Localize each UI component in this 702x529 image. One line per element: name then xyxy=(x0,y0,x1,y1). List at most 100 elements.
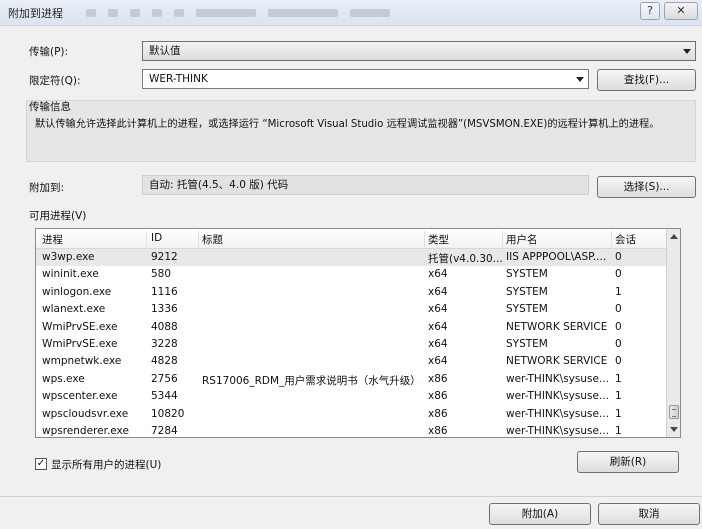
qualifier-label: 限定符(Q): xyxy=(29,75,81,87)
cell-id: 5344 xyxy=(151,390,178,403)
cell-process: w3wp.exe xyxy=(42,251,95,263)
cell-id: 1336 xyxy=(151,303,178,316)
table-row[interactable]: wininit.exe 580 x64 SYSTEM 0 xyxy=(36,266,666,283)
transport-info-box xyxy=(26,100,696,162)
cell-username: wer-THINK\sysuse... xyxy=(506,407,609,420)
cell-type: x64 xyxy=(428,285,448,298)
cell-id: 3228 xyxy=(151,337,178,350)
column-divider[interactable] xyxy=(424,231,425,247)
cell-session: 0 xyxy=(615,251,622,263)
column-divider[interactable] xyxy=(146,231,147,247)
scrollbar-thumb[interactable] xyxy=(669,405,679,419)
transport-info-heading: 传输信息 xyxy=(29,101,71,113)
help-button[interactable]: ? xyxy=(640,2,660,20)
cell-username: wer-THINK\sysuse... xyxy=(506,372,609,385)
close-button[interactable]: ✕ xyxy=(664,2,698,20)
process-rows: w3wp.exe 9212 托管(v4.0.30... IIS APPPOOL\… xyxy=(36,249,666,437)
process-list-header: 进程 ID 标题 类型 用户名 会话 xyxy=(36,229,666,249)
table-row[interactable]: wlanext.exe 1336 x64 SYSTEM 0 xyxy=(36,301,666,318)
column-header-type[interactable]: 类型 xyxy=(428,232,449,247)
cell-process: wpsrenderer.exe xyxy=(42,424,129,437)
table-row[interactable]: w3wp.exe 9212 托管(v4.0.30... IIS APPPOOL\… xyxy=(36,249,666,267)
cell-type: x64 xyxy=(428,355,448,368)
cancel-button[interactable]: 取消 xyxy=(598,503,700,525)
cell-username: wer-THINK\sysuse... xyxy=(506,390,609,403)
table-row[interactable]: WmiPrvSE.exe 4088 x64 NETWORK SERVICE 0 xyxy=(36,319,666,336)
cell-id: 1116 xyxy=(151,285,178,298)
refresh-button[interactable]: 刷新(R) xyxy=(577,451,679,473)
cell-session: 1 xyxy=(615,407,622,420)
cell-process: wpscloudsvr.exe xyxy=(42,407,129,420)
transport-label: 传输(P): xyxy=(29,46,69,58)
cell-session: 0 xyxy=(615,337,622,350)
show-all-users-checkbox[interactable]: ✓ xyxy=(35,458,47,470)
column-divider[interactable] xyxy=(502,231,503,247)
table-row[interactable]: wpscenter.exe 5344 x86 wer-THINK\sysuse.… xyxy=(36,388,666,405)
column-header-title[interactable]: 标题 xyxy=(202,232,223,247)
cell-id: 9212 xyxy=(151,251,178,263)
cell-id: 7284 xyxy=(151,424,178,437)
cell-session: 0 xyxy=(615,355,622,368)
cell-session: 0 xyxy=(615,303,622,316)
process-list[interactable]: 进程 ID 标题 类型 用户名 会话 w3wp.exe 9212 托管(v4.0… xyxy=(35,228,681,438)
table-row[interactable]: wmpnetwk.exe 4828 x64 NETWORK SERVICE 0 xyxy=(36,353,666,370)
qualifier-value: WER-THINK xyxy=(149,73,208,85)
cell-type: x86 xyxy=(428,372,448,385)
table-row[interactable]: winlogon.exe 1116 x64 SYSTEM 1 xyxy=(36,284,666,301)
qualifier-combo[interactable]: WER-THINK xyxy=(142,69,589,89)
cell-type: x64 xyxy=(428,268,448,281)
transport-info-text: 默认传输允许选择此计算机上的进程，或选择运行 “Microsoft Visual… xyxy=(35,119,660,130)
cell-username: SYSTEM xyxy=(506,285,548,298)
cell-type: x64 xyxy=(428,320,448,333)
vertical-scrollbar[interactable] xyxy=(666,229,680,437)
show-all-users-label[interactable]: 显示所有用户的进程(U) xyxy=(51,457,161,472)
cell-process: winlogon.exe xyxy=(42,285,112,298)
cell-username: NETWORK SERVICE xyxy=(506,355,608,368)
cell-type: x86 xyxy=(428,390,448,403)
column-divider[interactable] xyxy=(198,231,199,247)
cell-id: 2756 xyxy=(151,372,178,385)
transport-value: 默认值 xyxy=(149,45,181,57)
cell-session: 1 xyxy=(615,285,622,298)
cell-process: wmpnetwk.exe xyxy=(42,355,122,368)
attach-button[interactable]: 附加(A) xyxy=(489,503,591,525)
cell-type: x86 xyxy=(428,407,448,420)
cell-process: wininit.exe xyxy=(42,268,99,281)
cell-id: 4088 xyxy=(151,320,178,333)
column-header-id[interactable]: ID xyxy=(151,232,162,244)
cell-type: x86 xyxy=(428,424,448,437)
table-row[interactable]: wpscloudsvr.exe 10820 x86 wer-THINK\sysu… xyxy=(36,406,666,423)
scroll-down-arrow-icon[interactable] xyxy=(670,427,678,432)
cell-id: 4828 xyxy=(151,355,178,368)
column-header-username[interactable]: 用户名 xyxy=(506,232,538,247)
select-code-type-button[interactable]: 选择(S)... xyxy=(597,176,696,198)
cell-type: x64 xyxy=(428,337,448,350)
column-header-session[interactable]: 会话 xyxy=(615,232,636,247)
cell-username: IIS APPPOOL\ASP.... xyxy=(506,251,607,263)
scroll-up-arrow-icon[interactable] xyxy=(670,234,678,239)
cell-id: 580 xyxy=(151,268,172,281)
cell-session: 0 xyxy=(615,320,622,333)
cell-type: x64 xyxy=(428,303,448,316)
chevron-down-icon[interactable] xyxy=(576,77,584,82)
cell-type: 托管(v4.0.30... xyxy=(428,253,502,265)
available-processes-label: 可用进程(V) xyxy=(29,210,87,222)
table-row[interactable]: WmiPrvSE.exe 3228 x64 SYSTEM 0 xyxy=(36,336,666,353)
title-bar[interactable]: 附加到进程 ? ✕ xyxy=(0,0,702,26)
cell-process: wpscenter.exe xyxy=(42,390,118,403)
attach-to-value: 自动: 托管(4.5、4.0 版) 代码 xyxy=(149,179,289,191)
attach-to-value-box: 自动: 托管(4.5、4.0 版) 代码 xyxy=(142,175,589,195)
cell-session: 1 xyxy=(615,424,622,437)
find-button[interactable]: 查找(F)... xyxy=(597,69,696,91)
column-divider[interactable] xyxy=(611,231,612,247)
window-title: 附加到进程 xyxy=(8,7,63,20)
cell-session: 1 xyxy=(615,372,622,385)
cell-username: SYSTEM xyxy=(506,337,548,350)
table-row[interactable]: wpsrenderer.exe 7284 x86 wer-THINK\sysus… xyxy=(36,423,666,437)
column-header-process[interactable]: 进程 xyxy=(42,232,63,247)
cell-username: SYSTEM xyxy=(506,268,548,281)
transport-dropdown[interactable]: 默认值 xyxy=(142,41,696,61)
cell-username: NETWORK SERVICE xyxy=(506,320,608,333)
cell-username: SYSTEM xyxy=(506,303,548,316)
table-row[interactable]: wps.exe 2756 RS17006_RDM_用户需求说明书（水气升级）..… xyxy=(36,371,666,388)
